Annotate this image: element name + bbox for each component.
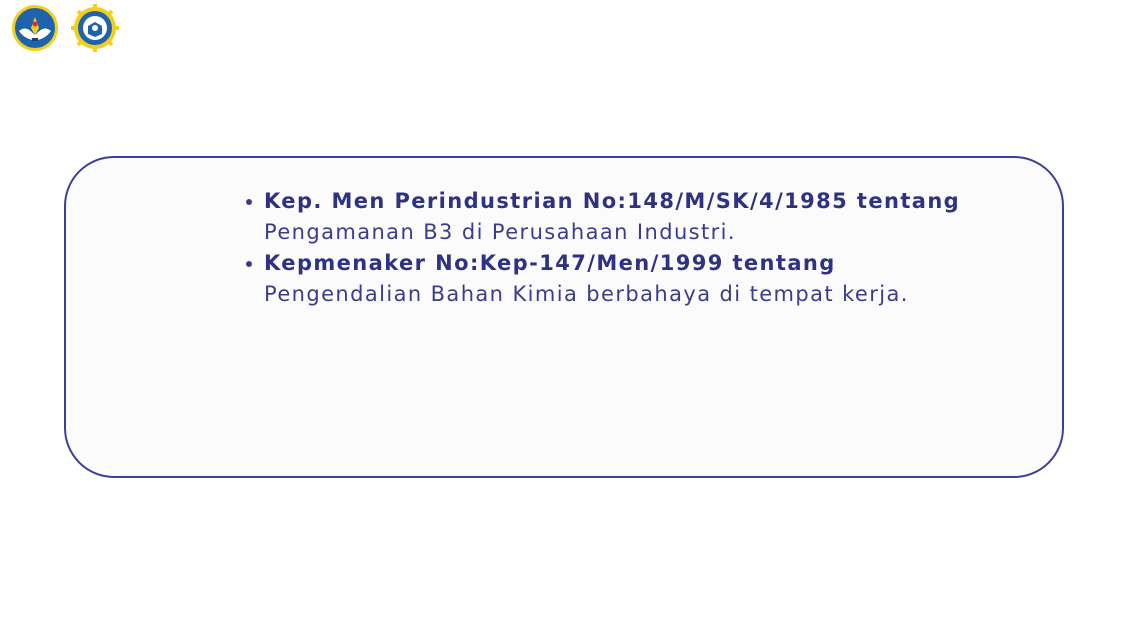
school-crest-gear-emblem-icon [71,4,119,52]
tut-wuri-handayani-emblem-icon [12,5,58,51]
bullet-icon [246,199,252,205]
content-box: Kep. Men Perindustrian No:148/M/SK/4/198… [64,156,1064,478]
regulation-title: Kepmenaker No:Kep-147/Men/1999 tentang [264,251,836,275]
list-item: Kep. Men Perindustrian No:148/M/SK/4/198… [244,186,984,248]
regulation-description: Pengendalian Bahan Kimia berbahaya di te… [264,282,909,306]
list-item: Kepmenaker No:Kep-147/Men/1999 tentang P… [244,248,984,310]
regulation-description: Pengamanan B3 di Perusahaan Industri. [264,220,736,244]
regulation-title: Kep. Men Perindustrian No:148/M/SK/4/198… [264,189,961,213]
bullet-icon [246,261,252,267]
regulation-list: Kep. Men Perindustrian No:148/M/SK/4/198… [244,186,984,310]
